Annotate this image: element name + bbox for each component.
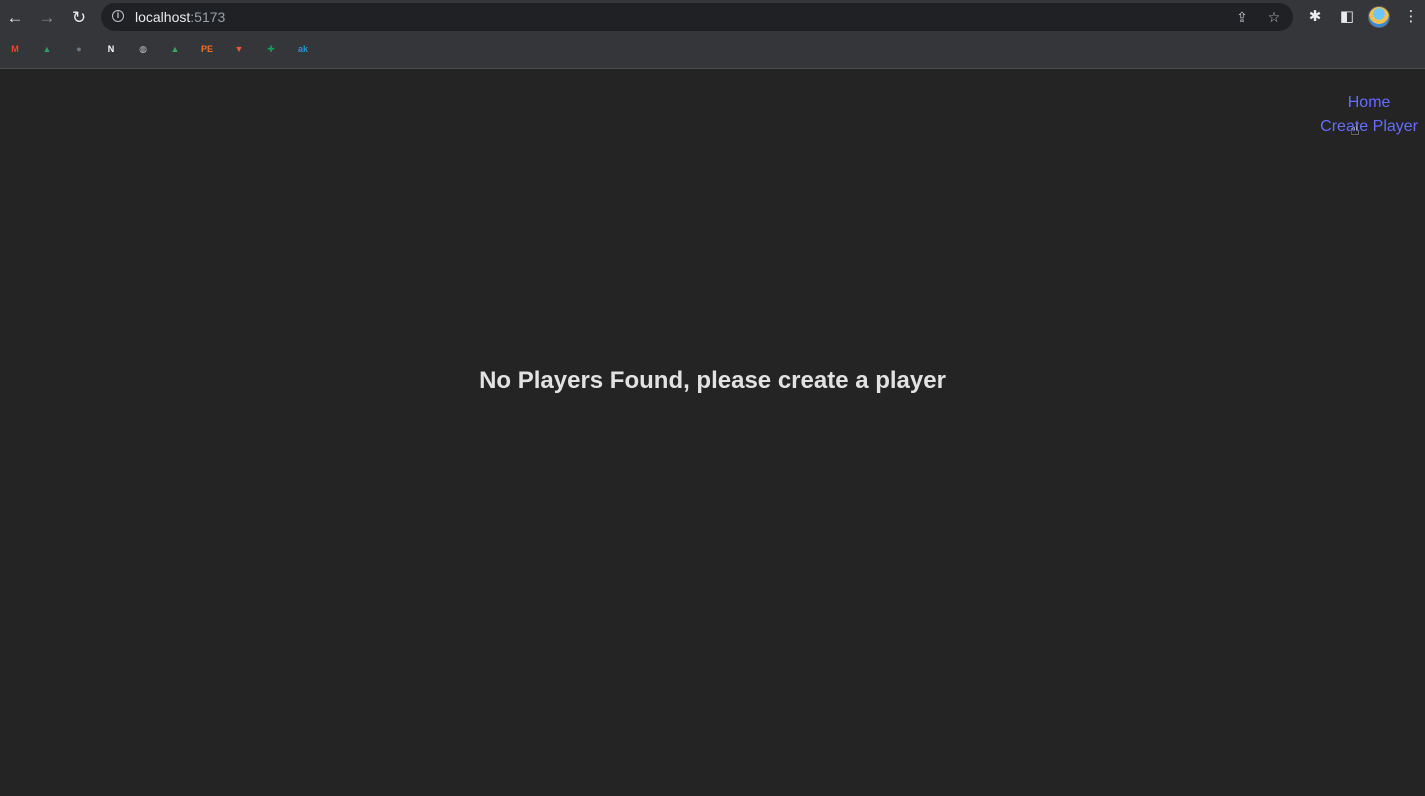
app-page: Home Create Player [0,69,1425,796]
url-text[interactable]: localhost:5173 [135,9,225,25]
share-icon[interactable]: ⇪ [1234,9,1250,25]
reload-icon: ↻ [71,7,87,27]
extensions-icon[interactable]: ✱ [1305,7,1325,27]
sheets-icon[interactable]: ✚ [263,41,279,57]
back-button[interactable]: ← [3,5,27,29]
info-icon[interactable]: i [112,10,124,22]
menu-icon[interactable]: ⋮ [1401,7,1421,27]
globe-icon[interactable]: ◍ [135,41,151,57]
star-icon[interactable]: ☆ [1266,9,1282,25]
google-drive-icon[interactable]: ▲ [39,41,55,57]
side-panel-icon[interactable]: ◧ [1337,7,1357,27]
bookmarks-bar: M ▲ ● N ◍ ▲ PE ▼ ✚ ak [0,38,1425,62]
notion-icon[interactable]: N [103,41,119,57]
github-icon[interactable]: ● [71,41,87,57]
nav-create-player-link[interactable]: Create Player [1320,115,1418,139]
reload-button[interactable]: ↻ [67,5,91,29]
ak-icon[interactable]: ak [295,41,311,57]
url-host: localhost [135,9,191,25]
arrow-right-icon: → [38,7,56,27]
hand-cursor-icon: ☝ [1350,122,1360,139]
rocket-icon[interactable]: ▲ [167,41,183,57]
gmail-icon[interactable]: M [7,41,23,57]
browser-toolbar: ← → ↻ i localhost:5173 ⇪ ☆ ✱ ◧ ⋮ [0,0,1425,34]
forward-button[interactable]: → [35,5,59,29]
pe-icon[interactable]: PE [199,41,215,57]
empty-state-message: No Players Found, please create a player [479,367,946,394]
address-bar[interactable]: i localhost:5173 ⇪ ☆ [101,3,1293,31]
profile-avatar[interactable] [1368,6,1390,28]
arrow-left-icon: ← [6,7,24,27]
app-nav: Home Create Player [1320,91,1418,139]
browser-chrome: ← → ↻ i localhost:5173 ⇪ ☆ ✱ ◧ ⋮ M ▲ ● N ◍ ▲ P… [0,0,1425,69]
nav-home-link[interactable]: Home [1348,91,1391,115]
url-port: :5173 [190,9,226,25]
brave-icon[interactable]: ▼ [231,41,247,57]
